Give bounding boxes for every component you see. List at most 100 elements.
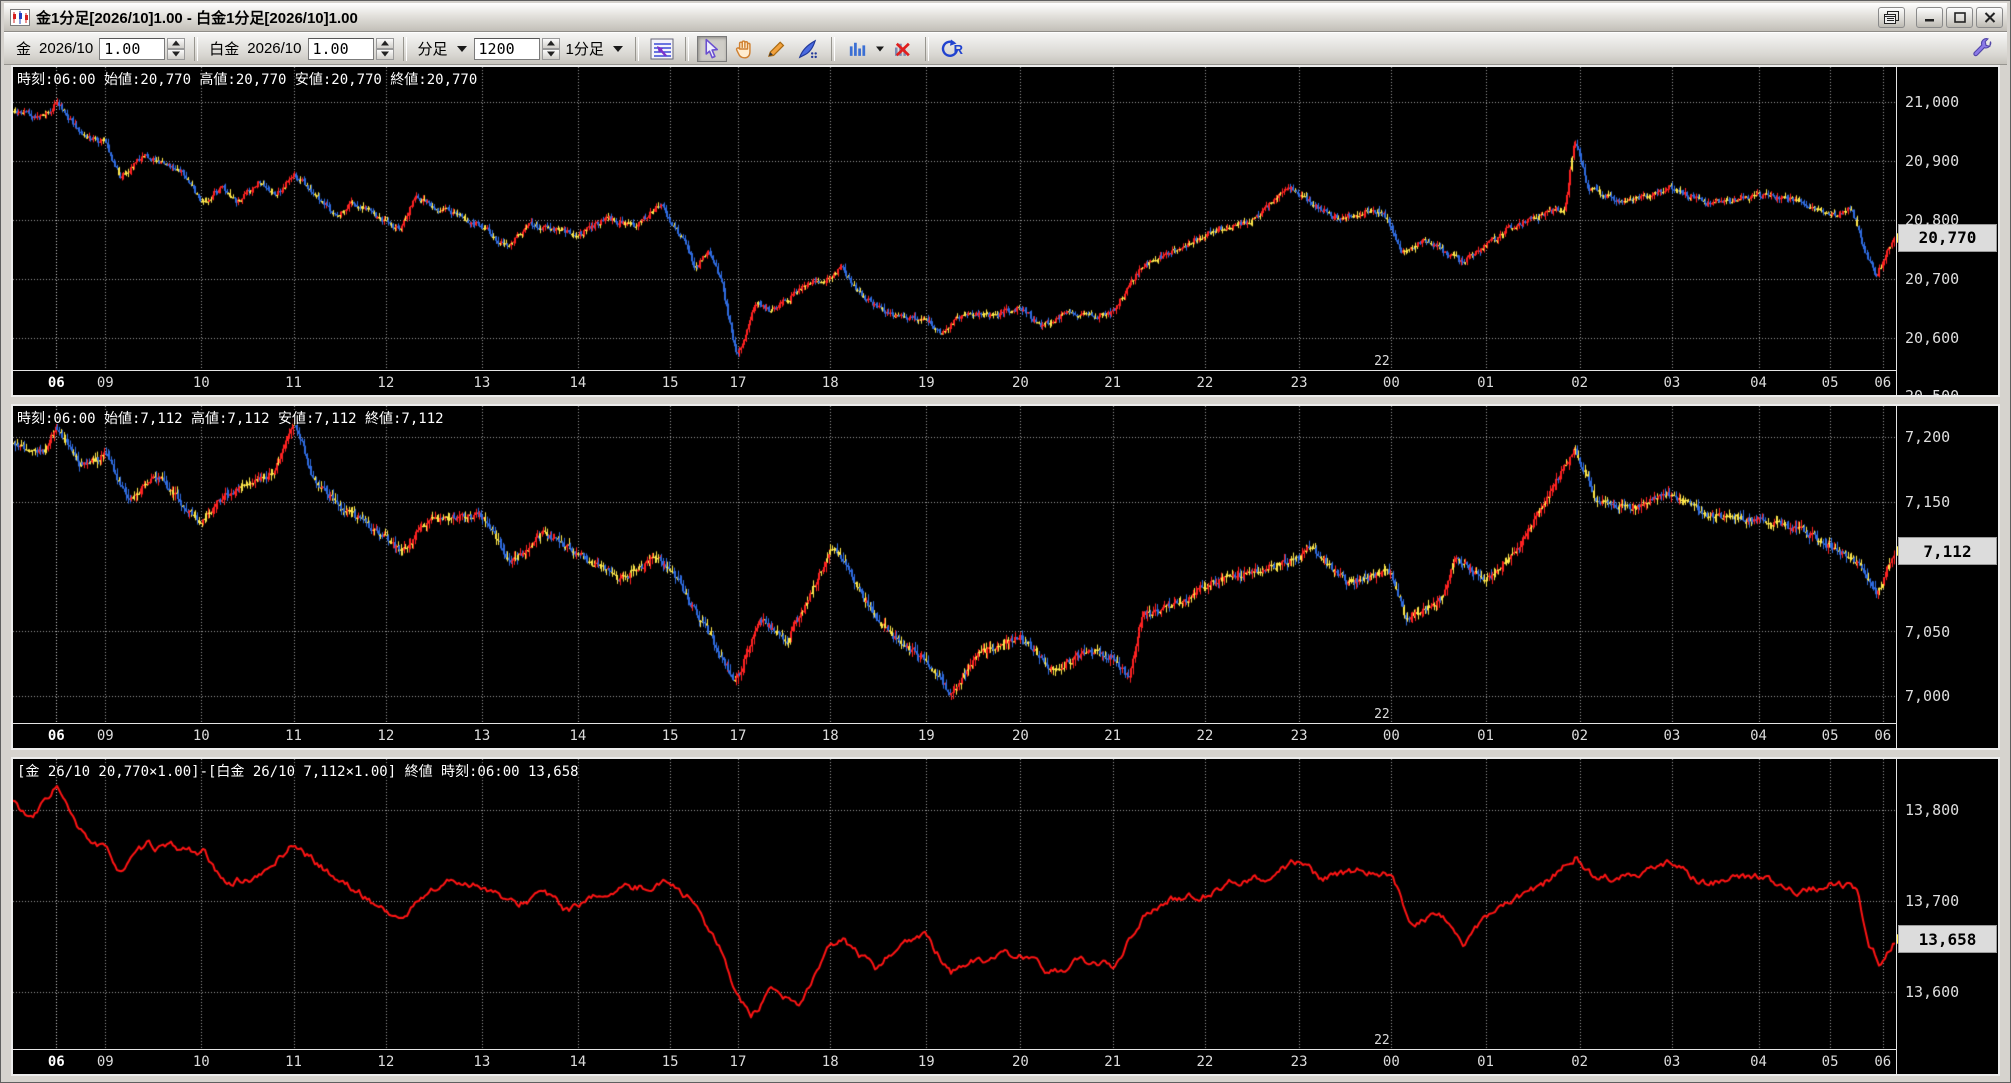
bar-count-down-icon[interactable] (541, 48, 560, 60)
pointer-tool-button[interactable] (696, 35, 727, 62)
x-axis-tick-label: 11 (285, 727, 302, 744)
x-axis-tick-label: 06 (47, 727, 65, 744)
date-label: 22 (1374, 1033, 1390, 1048)
y-axis-tick-label: 7,150 (1905, 493, 1951, 512)
indicator-select-button[interactable] (843, 36, 873, 62)
gold-multiplier-spinner (99, 37, 186, 60)
spread-chart-plot[interactable]: [金 26/10 20,770×1.00]-[白金 26/10 7,112×1.… (13, 758, 1896, 1049)
x-axis-tick-label: 21 (1104, 375, 1122, 392)
platinum-chart-plot[interactable]: 時刻:06:00 始値:7,112 高値:7,112 安値:7,112 終値:7… (13, 406, 1896, 723)
bar-type-dropdown-icon[interactable] (454, 41, 470, 57)
x-axis-tick-label: 11 (285, 375, 302, 392)
bar-count-up-icon[interactable] (541, 37, 560, 49)
date-label: 22 (1374, 354, 1390, 370)
x-axis-tick-label: 03 (1663, 727, 1681, 744)
x-axis-tick-label: 01 (1477, 727, 1494, 744)
x-axis-tick-label: 06 (1874, 375, 1892, 392)
toolbar-separator (402, 36, 407, 61)
x-axis-tick-label: 02 (1571, 1054, 1589, 1070)
gold-ohlc-info: 時刻:06:00 始値:20,770 高値:20,770 安値:20,770 終… (17, 72, 478, 88)
x-axis-tick-label: 13 (473, 1054, 491, 1070)
platinum-chart-canvas[interactable] (13, 406, 1896, 723)
x-axis-tick-label: 10 (192, 727, 210, 744)
titlebar[interactable]: 金1分足[2026/10]1.00 - 白金1分足[2026/10]1.00 (4, 3, 2007, 32)
platinum-chart-panel: 時刻:06:00 始値:7,112 高値:7,112 安値:7,112 終値:7… (11, 404, 2000, 750)
gold-label: 金 (16, 41, 32, 58)
spread-chart-panel: [金 26/10 20,770×1.00]-[白金 26/10 7,112×1.… (11, 756, 2000, 1076)
timeframe-label: 1分足 (565, 41, 604, 58)
platinum-month: 2026/10 (247, 40, 302, 57)
y-axis-tick-label: 20,700 (1905, 269, 1960, 288)
platinum-multiplier-down-icon[interactable] (375, 48, 394, 60)
indicator-select-dropdown-icon[interactable] (874, 41, 886, 57)
x-axis-tick-label: 19 (917, 1054, 935, 1070)
spread-last-price-badge: 13,658 (1897, 925, 1997, 954)
gold-chart-panel: 時刻:06:00 始値:20,770 高値:20,770 安値:20,770 終… (11, 65, 2000, 398)
x-axis-tick-label: 10 (192, 375, 210, 392)
x-axis-tick-label: 02 (1571, 375, 1589, 392)
pen-tool-button[interactable] (793, 36, 823, 62)
x-axis-tick-label: 01 (1477, 375, 1494, 392)
y-axis-tick-label: 20,500 (1905, 387, 1959, 395)
x-axis-tick-label: 15 (661, 375, 679, 392)
gold-multiplier-down-icon[interactable] (167, 48, 186, 60)
timeframe-dropdown-icon[interactable] (610, 41, 626, 57)
x-axis-tick-label: 19 (917, 727, 935, 744)
x-axis-tick-label: 14 (569, 727, 587, 744)
close-icon (1984, 11, 1995, 23)
platinum-last-price-badge: 7,112 (1897, 537, 1997, 566)
gold-x-axis: 06 09 10 11 12 13 14 15 17 18 19 20 21 22 23 00 01 02 03 04… (13, 370, 1896, 396)
gold-chart-plot[interactable]: 時刻:06:00 始値:20,770 高値:20,770 安値:20,770 終… (13, 67, 1896, 370)
toolbar-separator (830, 36, 835, 61)
x-axis-tick-label: 00 (1382, 1054, 1400, 1070)
spread-x-axis: 06 09 10 11 12 13 14 15 17 18 19 20 21 22 23 00 01 02 03 04… (13, 1049, 1896, 1074)
y-axis-tick-label: 13,800 (1905, 800, 1960, 819)
spread-y-axis: 13,658 13,800 13,700 13,600 (1896, 758, 1998, 1074)
platinum-label: 白金 (209, 41, 240, 58)
x-axis-tick-label: 15 (661, 1054, 679, 1070)
gold-multiplier-up-icon[interactable] (167, 37, 186, 49)
platinum-multiplier-up-icon[interactable] (375, 37, 394, 49)
pointer-icon (705, 38, 719, 59)
indicator-delete-icon (895, 42, 911, 57)
x-axis-tick-label: 19 (917, 375, 935, 392)
x-axis-tick-label: 12 (377, 1054, 395, 1070)
toolbar-separator (634, 36, 639, 61)
x-axis-tick-label: 06 (1874, 1054, 1892, 1070)
indicator-delete-button[interactable] (887, 36, 917, 62)
bar-count-input[interactable] (473, 37, 540, 60)
close-button[interactable] (1976, 6, 2003, 28)
y-axis-tick-label: 20,800 (1905, 210, 1960, 229)
chart-setup-button[interactable] (647, 36, 677, 62)
platinum-multiplier-input[interactable] (307, 37, 374, 60)
x-axis-tick-label: 20 (1011, 1054, 1029, 1070)
platinum-x-axis: 06 09 10 11 12 13 14 15 17 18 19 20 21 22 23 00 01 02 03 04… (13, 722, 1896, 748)
settings-button[interactable] (1968, 36, 1998, 62)
x-axis-tick-label: 14 (569, 1054, 587, 1070)
minimize-button[interactable] (1916, 6, 1943, 28)
minimize-icon (1924, 19, 1934, 22)
float-window-button[interactable] (1878, 6, 1905, 28)
spread-chart-canvas[interactable] (13, 758, 1896, 1049)
x-axis-tick-label: 09 (96, 727, 114, 744)
x-axis-tick-label: 05 (1821, 1054, 1839, 1070)
y-axis-tick-label: 21,000 (1905, 93, 1960, 112)
y-axis-tick-label: 7,050 (1905, 622, 1951, 641)
x-axis-tick-label: 05 (1821, 375, 1839, 392)
refresh-button[interactable]: R (937, 36, 967, 62)
pan-tool-button[interactable] (729, 36, 759, 62)
x-axis-tick-label: 22 (1196, 1054, 1214, 1070)
x-axis-tick-label: 18 (821, 375, 839, 392)
x-axis-tick-label: 14 (569, 375, 587, 392)
pencil-tool-button[interactable] (761, 36, 791, 62)
x-axis-tick-label: 00 (1382, 375, 1400, 392)
gold-multiplier-input[interactable] (99, 37, 166, 60)
x-axis-tick-label: 02 (1571, 727, 1589, 744)
maximize-button[interactable] (1946, 6, 1973, 28)
gold-chart-canvas[interactable] (13, 67, 1896, 370)
x-axis-tick-label: 13 (473, 375, 491, 392)
x-axis-tick-label: 20 (1011, 727, 1029, 744)
x-axis-tick-label: 17 (729, 375, 747, 392)
bar-type-label: 分足 (417, 41, 448, 58)
spread-formula-info: [金 26/10 20,770×1.00]-[白金 26/10 7,112×1.… (17, 763, 579, 780)
